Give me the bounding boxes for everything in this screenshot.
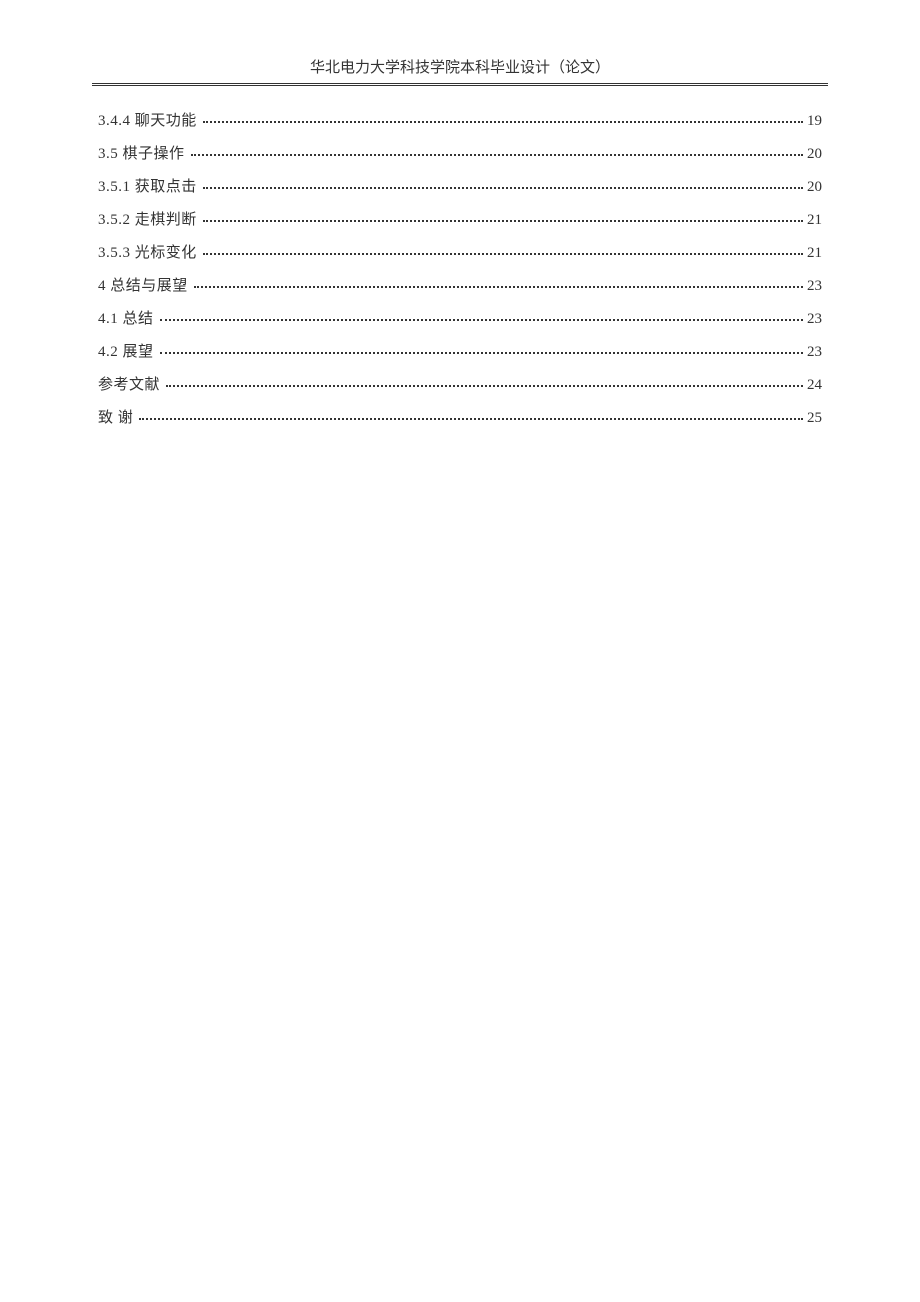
toc-entry-page: 20 — [807, 180, 822, 195]
toc-entry: 3.5 棋子操作 20 — [98, 147, 822, 162]
toc-entry: 致 谢 25 — [98, 411, 822, 426]
toc-leader-dots — [194, 286, 803, 288]
toc-entry-label: 4 总结与展望 — [98, 279, 188, 294]
toc-entry-page: 25 — [807, 411, 822, 426]
document-page: 华北电力大学科技学院本科毕业设计（论文） 3.4.4 聊天功能 19 3.5 棋… — [0, 0, 920, 426]
toc-leader-dots — [139, 418, 803, 420]
toc-entry-label: 4.1 总结 — [98, 312, 154, 327]
toc-entry: 4.1 总结 23 — [98, 312, 822, 327]
toc-entry-label: 致 谢 — [98, 411, 133, 426]
toc-entry-label: 3.5.3 光标变化 — [98, 246, 197, 261]
toc-entry-label: 3.5.2 走棋判断 — [98, 213, 197, 228]
toc-entry-page: 23 — [807, 345, 822, 360]
toc-entry: 3.4.4 聊天功能 19 — [98, 114, 822, 129]
toc-entry-page: 19 — [807, 114, 822, 129]
page-header-title: 华北电力大学科技学院本科毕业设计（论文） — [92, 56, 828, 83]
toc-entry-label: 参考文献 — [98, 378, 160, 393]
toc-entry: 3.5.2 走棋判断 21 — [98, 213, 822, 228]
toc-leader-dots — [203, 187, 803, 189]
toc-leader-dots — [160, 319, 803, 321]
toc-leader-dots — [203, 121, 803, 123]
toc-entry: 4 总结与展望 23 — [98, 279, 822, 294]
toc-entry-page: 23 — [807, 279, 822, 294]
toc-entry: 4.2 展望 23 — [98, 345, 822, 360]
toc-entry-label: 3.5.1 获取点击 — [98, 180, 197, 195]
toc-entry-page: 21 — [807, 246, 822, 261]
header-rule-thick — [92, 83, 828, 84]
toc-entry: 3.5.3 光标变化 21 — [98, 246, 822, 261]
toc-entry: 参考文献 24 — [98, 378, 822, 393]
toc-entry-label: 3.5 棋子操作 — [98, 147, 185, 162]
toc-entry-page: 21 — [807, 213, 822, 228]
toc-entry-page: 23 — [807, 312, 822, 327]
toc-leader-dots — [203, 220, 803, 222]
toc-entry-page: 24 — [807, 378, 822, 393]
toc-entry: 3.5.1 获取点击 20 — [98, 180, 822, 195]
toc-leader-dots — [191, 154, 803, 156]
toc-leader-dots — [160, 352, 803, 354]
table-of-contents: 3.4.4 聊天功能 19 3.5 棋子操作 20 3.5.1 获取点击 20 … — [92, 114, 828, 426]
toc-entry-label: 3.4.4 聊天功能 — [98, 114, 197, 129]
toc-leader-dots — [203, 253, 803, 255]
toc-leader-dots — [166, 385, 803, 387]
toc-entry-label: 4.2 展望 — [98, 345, 154, 360]
header-rule-thin — [92, 85, 828, 86]
toc-entry-page: 20 — [807, 147, 822, 162]
